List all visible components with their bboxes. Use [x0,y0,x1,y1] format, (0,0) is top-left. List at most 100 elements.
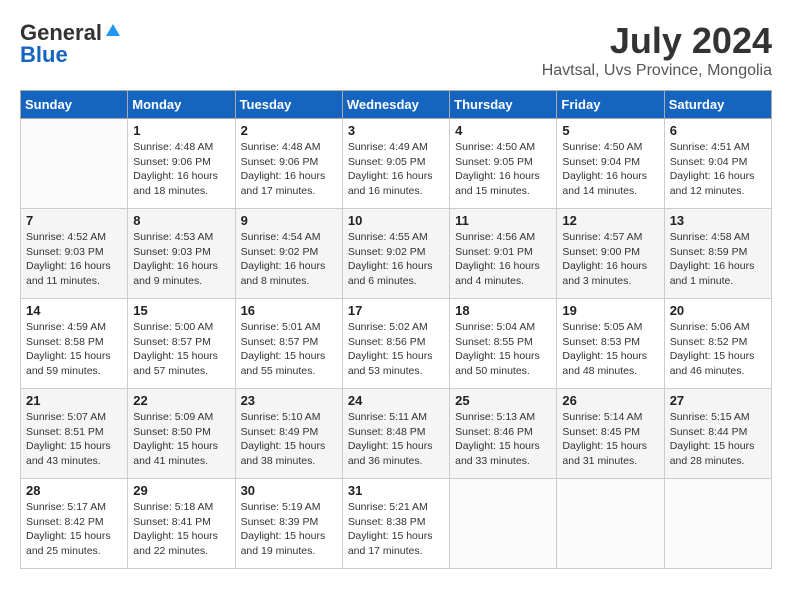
calendar-cell: 28Sunrise: 5:17 AM Sunset: 8:42 PM Dayli… [21,479,128,569]
calendar-cell: 26 Sunrise: 5:14 AM Sunset: 8:45 PM Dayli… [557,389,664,479]
calendar-cell: 1 Sunrise: 4:48 AM Sunset: 9:06 PM Daylig… [128,119,235,209]
calendar-cell: 14 Sunrise: 4:59 AM Sunset: 8:58 PM Dayli… [21,299,128,389]
day-info: Sunrise: 5:05 AM Sunset: 8:53 PM Dayligh… [562,320,658,379]
day-number: 11 [455,213,551,228]
day-number: 2 [241,123,337,138]
calendar-cell [450,479,557,569]
weekday-header-tuesday: Tuesday [235,91,342,119]
calendar-cell: 2 Sunrise: 4:48 AM Sunset: 9:06 PM Daylig… [235,119,342,209]
calendar-cell: 29 Sunrise: 5:18 AM Sunset: 8:41 PM Dayli… [128,479,235,569]
day-number: 10 [348,213,444,228]
logo-blue: Blue [20,42,68,68]
calendar-cell: 11 Sunrise: 4:56 AM Sunset: 9:01 PM Dayli… [450,209,557,299]
calendar-cell: 8 Sunrise: 4:53 AM Sunset: 9:03 PM Daylig… [128,209,235,299]
day-info: Sunrise: 4:48 AM Sunset: 9:06 PM Dayligh… [133,140,229,199]
calendar-cell: 27 Sunrise: 5:15 AM Sunset: 8:44 PM Dayli… [664,389,771,479]
day-info: Sunrise: 4:50 AM Sunset: 9:04 PM Dayligh… [562,140,658,199]
calendar-week-row: 28Sunrise: 5:17 AM Sunset: 8:42 PM Dayli… [21,479,772,569]
day-info: Sunrise: 4:54 AM Sunset: 9:02 PM Dayligh… [241,230,337,289]
day-info: Sunrise: 4:58 AM Sunset: 8:59 PM Dayligh… [670,230,766,289]
logo-triangle [105,22,121,43]
calendar-week-row: 21 Sunrise: 5:07 AM Sunset: 8:51 PM Dayli… [21,389,772,479]
calendar-cell: 30 Sunrise: 5:19 AM Sunset: 8:39 PM Dayli… [235,479,342,569]
calendar-week-row: 7Sunrise: 4:52 AM Sunset: 9:03 PM Daylig… [21,209,772,299]
calendar-cell [21,119,128,209]
day-info: Sunrise: 5:18 AM Sunset: 8:41 PM Dayligh… [133,500,229,559]
day-info: Sunrise: 4:55 AM Sunset: 9:02 PM Dayligh… [348,230,444,289]
day-number: 8 [133,213,229,228]
day-number: 16 [241,303,337,318]
calendar-header-row: SundayMondayTuesdayWednesdayThursdayFrid… [21,91,772,119]
day-info: Sunrise: 4:59 AM Sunset: 8:58 PM Dayligh… [26,320,122,379]
calendar-cell: 25Sunrise: 5:13 AM Sunset: 8:46 PM Dayli… [450,389,557,479]
calendar-cell: 3 Sunrise: 4:49 AM Sunset: 9:05 PM Daylig… [342,119,449,209]
calendar-cell [664,479,771,569]
calendar-cell: 9Sunrise: 4:54 AM Sunset: 9:02 PM Daylig… [235,209,342,299]
weekday-header-wednesday: Wednesday [342,91,449,119]
day-info: Sunrise: 5:10 AM Sunset: 8:49 PM Dayligh… [241,410,337,469]
day-number: 21 [26,393,122,408]
day-info: Sunrise: 5:15 AM Sunset: 8:44 PM Dayligh… [670,410,766,469]
calendar-cell: 10 Sunrise: 4:55 AM Sunset: 9:02 PM Dayli… [342,209,449,299]
day-number: 6 [670,123,766,138]
day-number: 23 [241,393,337,408]
day-info: Sunrise: 5:17 AM Sunset: 8:42 PM Dayligh… [26,500,122,559]
day-info: Sunrise: 4:52 AM Sunset: 9:03 PM Dayligh… [26,230,122,289]
day-info: Sunrise: 5:06 AM Sunset: 8:52 PM Dayligh… [670,320,766,379]
day-number: 20 [670,303,766,318]
location-title: Havtsal, Uvs Province, Mongolia [542,62,772,80]
page-header: General Blue July 2024 Havtsal, Uvs Prov… [20,20,772,80]
day-number: 25 [455,393,551,408]
calendar-cell: 17Sunrise: 5:02 AM Sunset: 8:56 PM Dayli… [342,299,449,389]
calendar-cell: 22 Sunrise: 5:09 AM Sunset: 8:50 PM Dayli… [128,389,235,479]
day-info: Sunrise: 4:56 AM Sunset: 9:01 PM Dayligh… [455,230,551,289]
calendar-cell: 19Sunrise: 5:05 AM Sunset: 8:53 PM Dayli… [557,299,664,389]
calendar-cell: 23 Sunrise: 5:10 AM Sunset: 8:49 PM Dayli… [235,389,342,479]
calendar-cell: 6 Sunrise: 4:51 AM Sunset: 9:04 PM Daylig… [664,119,771,209]
day-number: 22 [133,393,229,408]
weekday-header-monday: Monday [128,91,235,119]
day-number: 12 [562,213,658,228]
day-number: 15 [133,303,229,318]
day-info: Sunrise: 5:02 AM Sunset: 8:56 PM Dayligh… [348,320,444,379]
day-number: 29 [133,483,229,498]
calendar-cell: 31 Sunrise: 5:21 AM Sunset: 8:38 PM Dayli… [342,479,449,569]
day-number: 14 [26,303,122,318]
day-info: Sunrise: 5:19 AM Sunset: 8:39 PM Dayligh… [241,500,337,559]
day-number: 13 [670,213,766,228]
title-area: July 2024 Havtsal, Uvs Province, Mongoli… [542,20,772,80]
day-info: Sunrise: 4:51 AM Sunset: 9:04 PM Dayligh… [670,140,766,199]
calendar-cell: 5Sunrise: 4:50 AM Sunset: 9:04 PM Daylig… [557,119,664,209]
logo: General Blue [20,20,121,68]
day-number: 30 [241,483,337,498]
day-info: Sunrise: 5:04 AM Sunset: 8:55 PM Dayligh… [455,320,551,379]
day-info: Sunrise: 5:21 AM Sunset: 8:38 PM Dayligh… [348,500,444,559]
day-info: Sunrise: 4:53 AM Sunset: 9:03 PM Dayligh… [133,230,229,289]
weekday-header-thursday: Thursday [450,91,557,119]
calendar-cell: 12 Sunrise: 4:57 AM Sunset: 9:00 PM Dayli… [557,209,664,299]
day-number: 3 [348,123,444,138]
day-info: Sunrise: 4:49 AM Sunset: 9:05 PM Dayligh… [348,140,444,199]
day-number: 26 [562,393,658,408]
month-title: July 2024 [542,20,772,62]
day-number: 27 [670,393,766,408]
calendar-cell: 24Sunrise: 5:11 AM Sunset: 8:48 PM Dayli… [342,389,449,479]
day-number: 18 [455,303,551,318]
day-number: 31 [348,483,444,498]
day-number: 1 [133,123,229,138]
calendar-cell: 20 Sunrise: 5:06 AM Sunset: 8:52 PM Dayli… [664,299,771,389]
day-info: Sunrise: 5:09 AM Sunset: 8:50 PM Dayligh… [133,410,229,469]
day-info: Sunrise: 4:48 AM Sunset: 9:06 PM Dayligh… [241,140,337,199]
weekday-header-saturday: Saturday [664,91,771,119]
calendar-week-row: 1 Sunrise: 4:48 AM Sunset: 9:06 PM Daylig… [21,119,772,209]
day-info: Sunrise: 4:57 AM Sunset: 9:00 PM Dayligh… [562,230,658,289]
calendar-table: SundayMondayTuesdayWednesdayThursdayFrid… [20,90,772,569]
day-number: 4 [455,123,551,138]
day-info: Sunrise: 5:14 AM Sunset: 8:45 PM Dayligh… [562,410,658,469]
calendar-cell: 18 Sunrise: 5:04 AM Sunset: 8:55 PM Dayli… [450,299,557,389]
day-info: Sunrise: 5:00 AM Sunset: 8:57 PM Dayligh… [133,320,229,379]
day-info: Sunrise: 5:07 AM Sunset: 8:51 PM Dayligh… [26,410,122,469]
calendar-cell: 16Sunrise: 5:01 AM Sunset: 8:57 PM Dayli… [235,299,342,389]
calendar-cell: 7Sunrise: 4:52 AM Sunset: 9:03 PM Daylig… [21,209,128,299]
weekday-header-sunday: Sunday [21,91,128,119]
